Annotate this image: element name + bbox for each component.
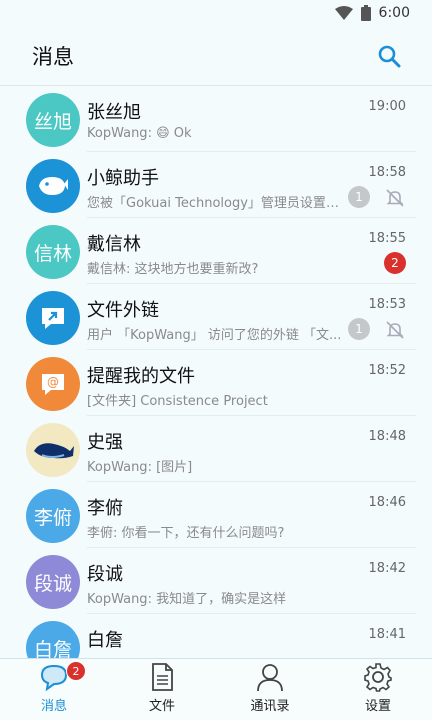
message-time: 18:55 — [368, 231, 406, 246]
avatar — [26, 159, 80, 213]
link-icon — [42, 308, 64, 329]
svg-text:@: @ — [47, 375, 59, 389]
message-time: 18:52 — [368, 363, 406, 378]
avatar — [26, 423, 80, 477]
avatar: @ — [26, 357, 80, 411]
tab-files[interactable]: 文件 — [108, 659, 216, 720]
tab-label: 设置 — [364, 699, 391, 714]
unread-count-badge: 1 — [348, 318, 370, 340]
tab-label: 通讯录 — [250, 699, 290, 714]
message-preview: 您被「Gokuai Technology」管理员设置为... — [87, 196, 342, 211]
conversation-item[interactable]: @ 提醒我的文件 18:52 [文件夹] Consistence Project — [0, 350, 432, 416]
message-preview: 用户 「KopWang」 访问了您的外链 「文... — [87, 328, 342, 343]
unread-badge: 2 — [384, 252, 406, 274]
contact-name: 段诚 — [87, 564, 123, 585]
avatar: 白詹 — [26, 621, 80, 658]
gear-icon — [364, 663, 392, 692]
battery-icon — [360, 5, 371, 21]
conversation-list[interactable]: 丝旭 张丝旭 19:00 KopWang: 😄 Ok 小鲸助手 18:58 您被… — [0, 86, 432, 658]
avatar: 信林 — [26, 225, 80, 279]
mute-bell-icon — [386, 321, 404, 339]
avatar — [26, 291, 80, 345]
message-preview: [文件夹] Consistence Project — [87, 394, 268, 409]
conversation-item[interactable]: 史强 18:48 KopWang: [图片] — [0, 416, 432, 482]
contact-name: 史强 — [87, 432, 123, 453]
messages-badge: 2 — [66, 661, 86, 681]
avatar: 丝旭 — [26, 93, 80, 147]
message-preview: KopWang: 我知道了，确实是这样 — [87, 592, 287, 607]
tab-label: 文件 — [148, 699, 175, 714]
page-title: 消息 — [32, 44, 74, 69]
whale-photo-icon — [34, 443, 74, 459]
conversation-item[interactable]: 信林 戴信林 18:55 戴信林: 这块地方也要重新改? 2 — [0, 218, 432, 284]
mute-bell-icon — [386, 189, 404, 207]
contact-name: 戴信林 — [87, 234, 141, 255]
message-preview: KopWang: [图片] — [87, 460, 193, 475]
message-preview: 戴信林: 这块地方也要重新改? — [87, 262, 259, 277]
search-button[interactable] — [374, 41, 404, 71]
message-time: 18:48 — [368, 429, 406, 444]
contact-name: 白詹 — [87, 630, 123, 651]
tab-settings[interactable]: 设置 — [324, 659, 432, 720]
message-time: 18:42 — [368, 561, 406, 576]
contact-name: 小鲸助手 — [87, 168, 159, 189]
contacts-person-icon — [257, 664, 283, 692]
app-header: 消息 — [0, 26, 432, 86]
message-time: 18:46 — [368, 495, 406, 510]
message-time: 18:41 — [368, 627, 406, 642]
conversation-item[interactable]: 丝旭 张丝旭 19:00 KopWang: 😄 Ok — [0, 86, 432, 152]
contact-name: 提醒我的文件 — [87, 366, 195, 387]
contact-name: 张丝旭 — [87, 102, 141, 123]
status-time: 6:00 — [378, 5, 410, 21]
message-preview: 李俯: 你看一下，还有什么问题吗? — [87, 526, 285, 541]
document-icon — [152, 663, 173, 691]
contact-name: 李俯 — [87, 498, 123, 519]
search-icon — [378, 45, 401, 67]
avatar: 李俯 — [26, 489, 80, 543]
conversation-item[interactable]: 李俯 李俯 18:46 李俯: 你看一下，还有什么问题吗? — [0, 482, 432, 548]
tab-label: 消息 — [40, 699, 67, 714]
whale-icon — [39, 177, 68, 195]
message-time: 18:58 — [368, 165, 406, 180]
avatar: 段诚 — [26, 555, 80, 609]
message-preview: KopWang: 😄 Ok — [87, 126, 192, 141]
unread-count-badge: 1 — [348, 186, 370, 208]
chat-bubble-icon — [40, 664, 68, 692]
bottom-tab-bar: 2 消息 文件 通讯录 设置 — [0, 658, 432, 720]
message-time: 19:00 — [368, 99, 406, 114]
conversation-item[interactable]: 段诚 段诚 18:42 KopWang: 我知道了，确实是这样 — [0, 548, 432, 614]
tab-messages[interactable]: 2 消息 — [0, 659, 108, 720]
conversation-item[interactable]: 文件外链 18:53 用户 「KopWang」 访问了您的外链 「文... 1 — [0, 284, 432, 350]
conversation-item[interactable]: 白詹 白詹 18:41 — [0, 614, 432, 658]
message-time: 18:53 — [368, 297, 406, 312]
contact-name: 文件外链 — [87, 300, 159, 321]
wifi-icon — [334, 6, 353, 20]
tab-contacts[interactable]: 通讯录 — [216, 659, 324, 720]
conversation-item[interactable]: 小鲸助手 18:58 您被「Gokuai Technology」管理员设置为..… — [0, 152, 432, 218]
mention-icon: @ — [42, 374, 64, 395]
status-bar: 6:00 — [0, 0, 432, 26]
